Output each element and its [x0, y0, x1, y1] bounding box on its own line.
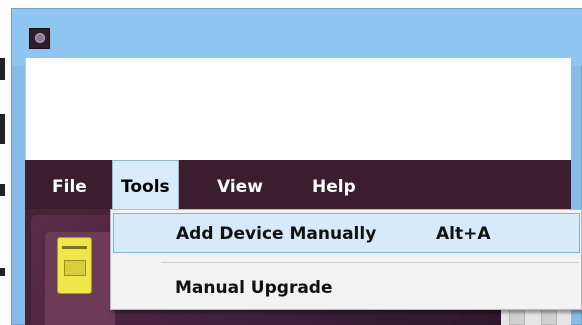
- menu-file[interactable]: File: [44, 160, 95, 209]
- device-image-icon[interactable]: [57, 237, 92, 294]
- desktop-edge-mark: [0, 268, 5, 276]
- menu-item-shortcut: Alt+A: [436, 224, 491, 244]
- desktop-edge-mark: [0, 114, 5, 144]
- header-blank-area: [25, 58, 571, 160]
- app-icon[interactable]: [29, 28, 50, 49]
- menu-help[interactable]: Help: [304, 160, 364, 209]
- tools-dropdown-menu: Add Device Manually Alt+A Manual Upgrade: [110, 209, 582, 310]
- menu-separator: [161, 262, 579, 263]
- menu-item-label: Add Device Manually: [176, 224, 377, 244]
- menu-item-manual-upgrade[interactable]: Manual Upgrade: [113, 268, 580, 308]
- menu-tools[interactable]: Tools: [112, 160, 179, 209]
- menu-item-label: Manual Upgrade: [175, 278, 333, 298]
- desktop-edge-mark: [0, 58, 5, 80]
- app-logo-icon: [35, 33, 45, 43]
- menu-item-add-device-manually[interactable]: Add Device Manually Alt+A: [113, 213, 580, 253]
- menu-bar: File Tools View Help: [25, 160, 571, 209]
- desktop-edge-mark: [0, 184, 5, 196]
- menu-view[interactable]: View: [209, 160, 271, 209]
